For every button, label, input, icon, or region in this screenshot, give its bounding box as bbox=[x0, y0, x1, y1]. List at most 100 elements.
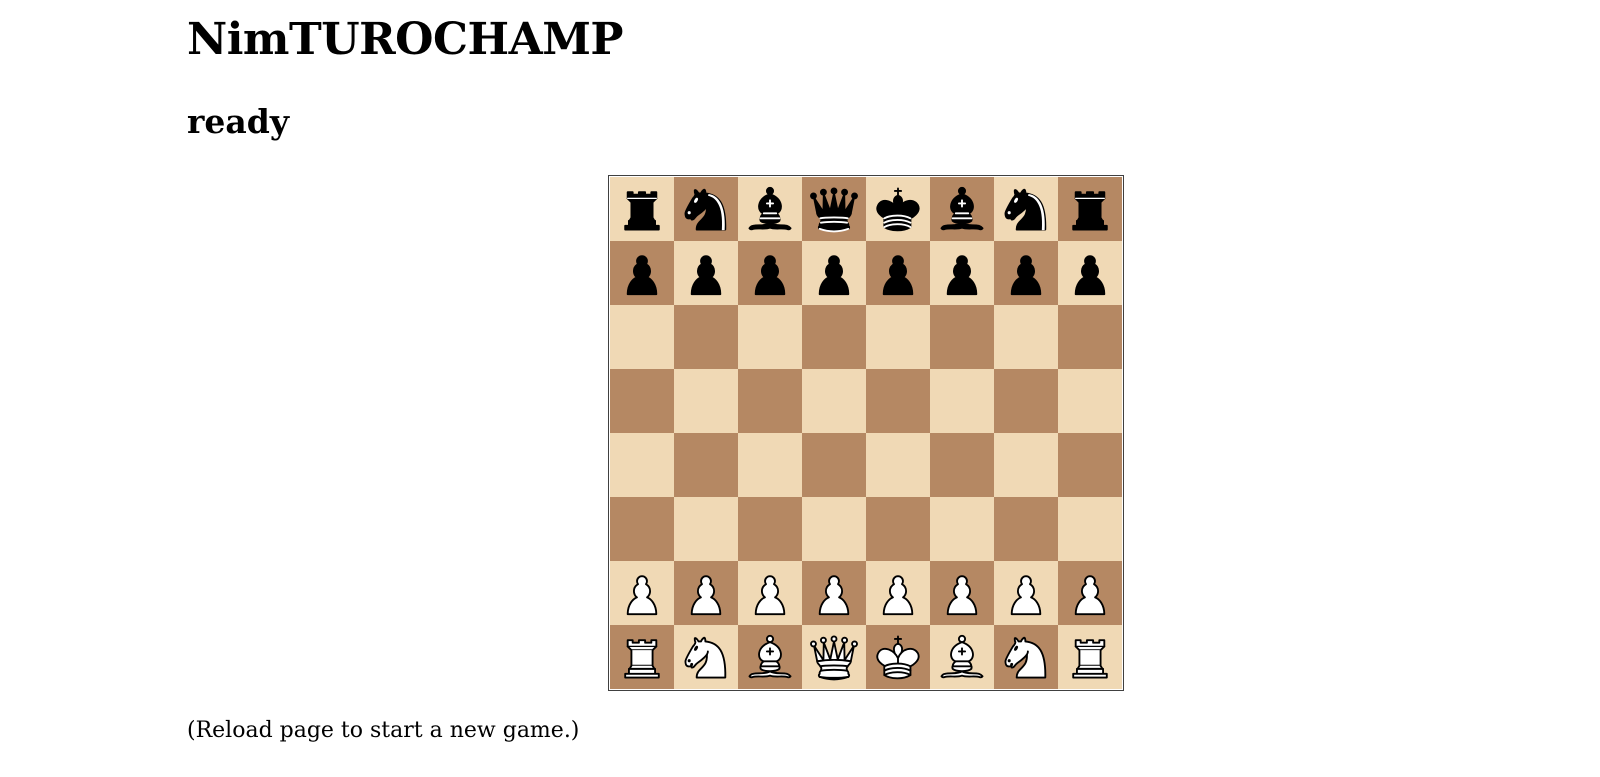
square-c8[interactable] bbox=[738, 177, 802, 241]
square-c5[interactable] bbox=[738, 369, 802, 433]
square-d6[interactable] bbox=[802, 305, 866, 369]
white-pawn-icon[interactable] bbox=[614, 565, 670, 621]
black-bishop-icon[interactable] bbox=[934, 181, 990, 237]
square-h7[interactable] bbox=[1058, 241, 1122, 305]
square-c3[interactable] bbox=[738, 497, 802, 561]
black-rook-icon[interactable] bbox=[614, 181, 670, 237]
square-h3[interactable] bbox=[1058, 497, 1122, 561]
square-g1[interactable] bbox=[994, 625, 1058, 689]
square-b1[interactable] bbox=[674, 625, 738, 689]
square-h5[interactable] bbox=[1058, 369, 1122, 433]
square-e5[interactable] bbox=[866, 369, 930, 433]
square-b8[interactable] bbox=[674, 177, 738, 241]
square-g4[interactable] bbox=[994, 433, 1058, 497]
square-h1[interactable] bbox=[1058, 625, 1122, 689]
black-pawn-icon[interactable] bbox=[614, 245, 670, 301]
square-f7[interactable] bbox=[930, 241, 994, 305]
page-title: NimTUROCHAMP bbox=[187, 14, 624, 65]
white-pawn-icon[interactable] bbox=[1062, 565, 1118, 621]
square-h2[interactable] bbox=[1058, 561, 1122, 625]
black-pawn-icon[interactable] bbox=[1062, 245, 1118, 301]
square-d1[interactable] bbox=[802, 625, 866, 689]
square-g8[interactable] bbox=[994, 177, 1058, 241]
square-a3[interactable] bbox=[610, 497, 674, 561]
square-e3[interactable] bbox=[866, 497, 930, 561]
white-pawn-icon[interactable] bbox=[806, 565, 862, 621]
black-pawn-icon[interactable] bbox=[870, 245, 926, 301]
square-f3[interactable] bbox=[930, 497, 994, 561]
white-pawn-icon[interactable] bbox=[998, 565, 1054, 621]
square-e7[interactable] bbox=[866, 241, 930, 305]
square-a6[interactable] bbox=[610, 305, 674, 369]
square-g5[interactable] bbox=[994, 369, 1058, 433]
square-a1[interactable] bbox=[610, 625, 674, 689]
square-f4[interactable] bbox=[930, 433, 994, 497]
white-knight-icon[interactable] bbox=[678, 629, 734, 685]
square-a5[interactable] bbox=[610, 369, 674, 433]
square-f2[interactable] bbox=[930, 561, 994, 625]
white-bishop-icon[interactable] bbox=[742, 629, 798, 685]
square-b3[interactable] bbox=[674, 497, 738, 561]
reload-hint: (Reload page to start a new game.) bbox=[187, 718, 580, 743]
square-e4[interactable] bbox=[866, 433, 930, 497]
white-rook-icon[interactable] bbox=[614, 629, 670, 685]
square-b6[interactable] bbox=[674, 305, 738, 369]
square-b5[interactable] bbox=[674, 369, 738, 433]
square-c6[interactable] bbox=[738, 305, 802, 369]
square-d5[interactable] bbox=[802, 369, 866, 433]
black-queen-icon[interactable] bbox=[806, 181, 862, 237]
square-g7[interactable] bbox=[994, 241, 1058, 305]
square-e8[interactable] bbox=[866, 177, 930, 241]
square-b7[interactable] bbox=[674, 241, 738, 305]
square-g3[interactable] bbox=[994, 497, 1058, 561]
square-h8[interactable] bbox=[1058, 177, 1122, 241]
white-king-icon[interactable] bbox=[870, 629, 926, 685]
square-a8[interactable] bbox=[610, 177, 674, 241]
black-king-icon[interactable] bbox=[870, 181, 926, 237]
square-f1[interactable] bbox=[930, 625, 994, 689]
square-a2[interactable] bbox=[610, 561, 674, 625]
square-f6[interactable] bbox=[930, 305, 994, 369]
white-pawn-icon[interactable] bbox=[678, 565, 734, 621]
square-g6[interactable] bbox=[994, 305, 1058, 369]
square-e1[interactable] bbox=[866, 625, 930, 689]
square-c4[interactable] bbox=[738, 433, 802, 497]
square-c7[interactable] bbox=[738, 241, 802, 305]
black-rook-icon[interactable] bbox=[1062, 181, 1118, 237]
white-knight-icon[interactable] bbox=[998, 629, 1054, 685]
white-pawn-icon[interactable] bbox=[742, 565, 798, 621]
white-queen-icon[interactable] bbox=[806, 629, 862, 685]
square-e6[interactable] bbox=[866, 305, 930, 369]
square-b4[interactable] bbox=[674, 433, 738, 497]
black-bishop-icon[interactable] bbox=[742, 181, 798, 237]
white-bishop-icon[interactable] bbox=[934, 629, 990, 685]
square-f5[interactable] bbox=[930, 369, 994, 433]
black-pawn-icon[interactable] bbox=[998, 245, 1054, 301]
square-d7[interactable] bbox=[802, 241, 866, 305]
square-d2[interactable] bbox=[802, 561, 866, 625]
square-h6[interactable] bbox=[1058, 305, 1122, 369]
game-status: ready bbox=[187, 102, 290, 141]
black-pawn-icon[interactable] bbox=[678, 245, 734, 301]
white-rook-icon[interactable] bbox=[1062, 629, 1118, 685]
square-g2[interactable] bbox=[994, 561, 1058, 625]
square-e2[interactable] bbox=[866, 561, 930, 625]
square-a7[interactable] bbox=[610, 241, 674, 305]
black-pawn-icon[interactable] bbox=[806, 245, 862, 301]
black-knight-icon[interactable] bbox=[678, 181, 734, 237]
square-a4[interactable] bbox=[610, 433, 674, 497]
chess-board[interactable] bbox=[608, 175, 1124, 691]
black-pawn-icon[interactable] bbox=[742, 245, 798, 301]
white-pawn-icon[interactable] bbox=[934, 565, 990, 621]
square-c2[interactable] bbox=[738, 561, 802, 625]
square-d4[interactable] bbox=[802, 433, 866, 497]
black-knight-icon[interactable] bbox=[998, 181, 1054, 237]
square-b2[interactable] bbox=[674, 561, 738, 625]
square-h4[interactable] bbox=[1058, 433, 1122, 497]
white-pawn-icon[interactable] bbox=[870, 565, 926, 621]
square-c1[interactable] bbox=[738, 625, 802, 689]
black-pawn-icon[interactable] bbox=[934, 245, 990, 301]
square-d8[interactable] bbox=[802, 177, 866, 241]
square-d3[interactable] bbox=[802, 497, 866, 561]
square-f8[interactable] bbox=[930, 177, 994, 241]
